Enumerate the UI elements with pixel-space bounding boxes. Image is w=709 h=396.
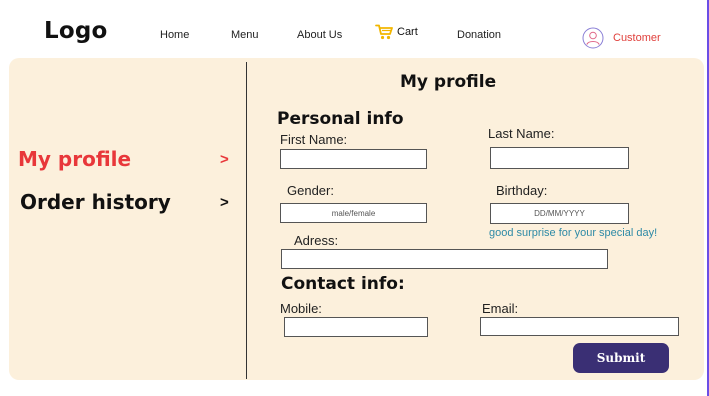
birthday-hint: good surprise for your special day! — [489, 227, 658, 239]
sidebar-item-order-history[interactable]: Order history — [20, 190, 171, 214]
logo[interactable]: Logo — [44, 18, 108, 44]
birthday-field[interactable] — [490, 203, 629, 224]
sidebar-item-my-profile[interactable]: My profile — [18, 147, 131, 171]
contact-info-heading: Contact info: — [281, 274, 405, 294]
chevron-right-icon: > — [220, 194, 229, 211]
nav-about-us[interactable]: About Us — [297, 29, 342, 41]
address-label: Adress: — [294, 233, 339, 248]
gender-label: Gender: — [287, 183, 334, 198]
first-name-field[interactable] — [280, 149, 427, 169]
nav-cart[interactable]: Cart — [375, 24, 418, 40]
mobile-field[interactable] — [284, 317, 428, 337]
last-name-field[interactable] — [490, 147, 629, 169]
page-title: My profile — [400, 72, 497, 92]
sidebar-divider — [246, 62, 247, 379]
nav-cart-label: Cart — [397, 26, 418, 38]
address-field[interactable] — [281, 249, 608, 269]
gender-field[interactable] — [280, 203, 427, 223]
chevron-right-icon: > — [220, 151, 229, 168]
customer-label: Customer — [613, 32, 661, 44]
personal-info-heading: Personal info — [277, 109, 404, 129]
cart-icon — [375, 24, 393, 40]
customer-account[interactable]: Customer — [582, 27, 661, 49]
user-icon — [582, 27, 604, 49]
email-label: Email: — [482, 301, 519, 316]
last-name-label: Last Name: — [488, 126, 555, 141]
nav-menu[interactable]: Menu — [231, 29, 259, 41]
submit-button[interactable]: Submit — [573, 343, 669, 373]
nav-home[interactable]: Home — [160, 29, 189, 41]
email-field[interactable] — [480, 317, 679, 336]
mobile-label: Mobile: — [280, 301, 322, 316]
nav-donation[interactable]: Donation — [457, 29, 501, 41]
first-name-label: First Name: — [280, 132, 348, 147]
birthday-label: Birthday: — [496, 183, 548, 198]
